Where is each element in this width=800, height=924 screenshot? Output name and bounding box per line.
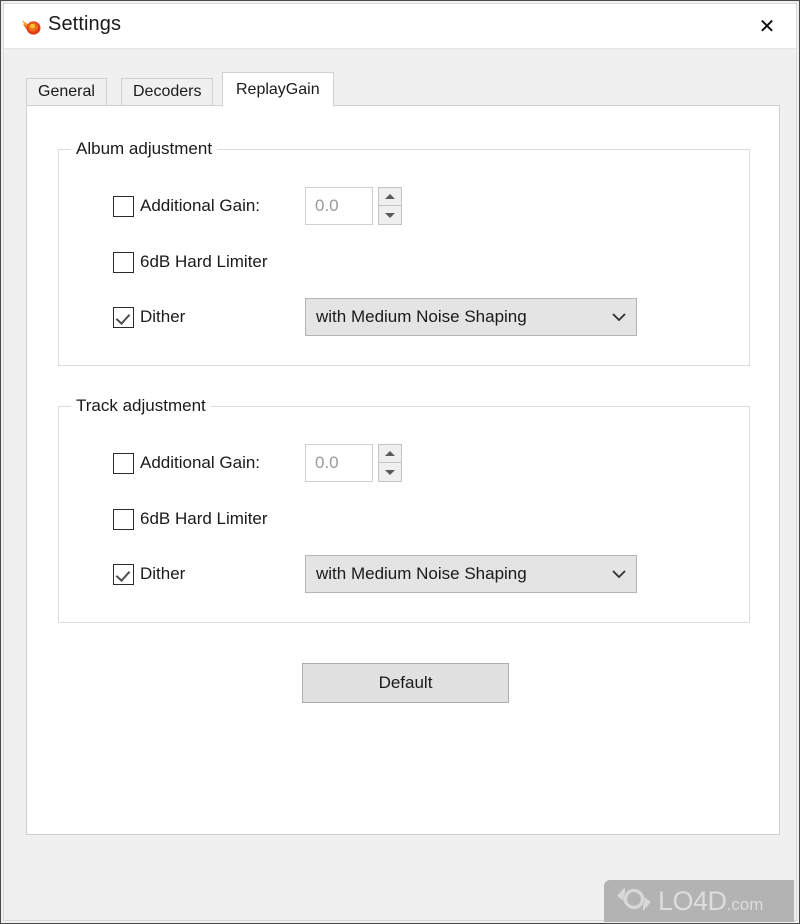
replaygain-tab-panel: Album adjustment Additional Gain: 0.0 6d… bbox=[26, 105, 780, 835]
close-icon: ✕ bbox=[758, 14, 776, 38]
album-dither-combobox[interactable]: with Medium Noise Shaping bbox=[305, 298, 637, 336]
tab-replaygain[interactable]: ReplayGain bbox=[222, 72, 334, 107]
track-additional-gain-label: Additional Gain: bbox=[140, 453, 261, 472]
album-dither-checkbox[interactable] bbox=[113, 306, 134, 328]
tab-replaygain-label: ReplayGain bbox=[236, 80, 320, 98]
track-hard-limiter-row[interactable]: 6dB Hard Limiter bbox=[113, 507, 268, 531]
album-gain-spin-buttons bbox=[378, 187, 402, 225]
track-dither-selected-value: with Medium Noise Shaping bbox=[316, 564, 527, 583]
default-button[interactable]: Default bbox=[302, 663, 509, 703]
album-gain-spin-up-button[interactable] bbox=[378, 187, 402, 206]
tab-general[interactable]: General bbox=[26, 78, 107, 105]
tab-general-label: General bbox=[38, 83, 95, 100]
album-adjustment-group: Album adjustment Additional Gain: 0.0 6d… bbox=[58, 139, 750, 366]
circular-arrows-icon bbox=[614, 882, 654, 921]
album-hard-limiter-checkbox[interactable] bbox=[113, 251, 134, 273]
chevron-down-icon bbox=[602, 312, 636, 322]
album-hard-limiter-row[interactable]: 6dB Hard Limiter bbox=[113, 250, 268, 274]
track-gain-spin-up-button[interactable] bbox=[378, 444, 402, 463]
caret-down-icon bbox=[385, 212, 395, 218]
track-adjustment-group: Track adjustment Additional Gain: 0.0 6d… bbox=[58, 396, 750, 623]
track-gain-spin-down-button[interactable] bbox=[378, 463, 402, 482]
track-dither-row[interactable]: Dither bbox=[113, 562, 185, 586]
track-dither-combobox[interactable]: with Medium Noise Shaping bbox=[305, 555, 637, 593]
album-adjustment-legend: Album adjustment bbox=[71, 139, 218, 159]
album-gain-spin-down-button[interactable] bbox=[378, 206, 402, 225]
album-additional-gain-checkbox[interactable] bbox=[113, 195, 134, 217]
album-hard-limiter-label: 6dB Hard Limiter bbox=[140, 252, 268, 271]
album-dither-label: Dither bbox=[140, 307, 186, 326]
caret-up-icon bbox=[385, 194, 395, 199]
track-dither-checkbox[interactable] bbox=[113, 563, 134, 585]
track-gain-spin-buttons bbox=[378, 444, 402, 482]
titlebar: Settings ✕ bbox=[4, 4, 796, 49]
window-title: Settings bbox=[48, 13, 122, 35]
album-additional-gain-row[interactable]: Additional Gain: bbox=[113, 194, 260, 218]
flame-comet-icon bbox=[20, 16, 42, 38]
album-dither-row[interactable]: Dither bbox=[113, 305, 185, 329]
track-dither-label: Dither bbox=[140, 564, 186, 583]
track-hard-limiter-checkbox[interactable] bbox=[113, 508, 134, 530]
watermark-brand: LO4D bbox=[658, 885, 727, 916]
tabstrip: General Decoders ReplayGain bbox=[26, 72, 780, 107]
close-button[interactable]: ✕ bbox=[738, 4, 796, 48]
settings-window: Settings ✕ General Decoders ReplayGain A… bbox=[0, 0, 800, 924]
watermark-suffix: .com bbox=[726, 894, 764, 914]
album-additional-gain-input[interactable]: 0.0 bbox=[305, 187, 373, 225]
window-inner-frame: Settings ✕ General Decoders ReplayGain A… bbox=[3, 3, 797, 921]
track-additional-gain-input[interactable]: 0.0 bbox=[305, 444, 373, 482]
caret-up-icon bbox=[385, 451, 395, 456]
lo4d-watermark: LO4D.com bbox=[604, 880, 794, 922]
track-additional-gain-stepper[interactable]: 0.0 bbox=[305, 444, 402, 482]
track-additional-gain-row[interactable]: Additional Gain: bbox=[113, 451, 260, 475]
watermark-text: LO4D.com bbox=[658, 885, 764, 916]
album-additional-gain-stepper[interactable]: 0.0 bbox=[305, 187, 402, 225]
tab-decoders[interactable]: Decoders bbox=[121, 78, 214, 105]
album-dither-selected-value: with Medium Noise Shaping bbox=[316, 307, 527, 326]
caret-down-icon bbox=[385, 469, 395, 475]
track-hard-limiter-label: 6dB Hard Limiter bbox=[140, 509, 268, 528]
track-adjustment-legend: Track adjustment bbox=[71, 396, 211, 416]
album-additional-gain-label: Additional Gain: bbox=[140, 196, 261, 215]
chevron-down-icon bbox=[602, 569, 636, 579]
track-additional-gain-checkbox[interactable] bbox=[113, 452, 134, 474]
tab-decoders-label: Decoders bbox=[133, 83, 202, 100]
